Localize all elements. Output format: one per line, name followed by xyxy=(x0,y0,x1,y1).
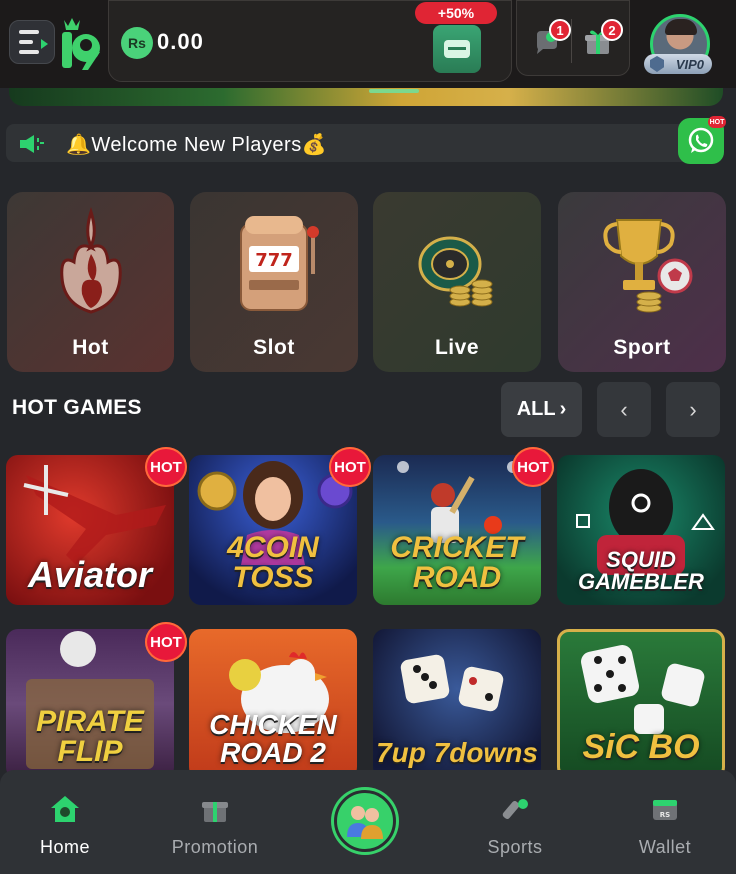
menu-arrow-icon xyxy=(41,39,48,49)
game-title: PIRATE FLIP xyxy=(36,705,144,768)
game-title: 4COIN TOSS xyxy=(227,531,319,594)
category-label: Hot xyxy=(72,336,109,359)
invite-friends-button[interactable] xyxy=(334,790,396,852)
hot-badge: HOT xyxy=(145,447,187,487)
bottom-navigation: Home Promotion Sports RS Wallet xyxy=(0,770,736,874)
hot-games-title: HOT GAMES xyxy=(12,396,142,419)
svg-text:RS: RS xyxy=(660,811,670,819)
top-header: Rs 0.00 +50% 1 2 VIP0 xyxy=(0,0,736,88)
game-title: Aviator xyxy=(27,554,153,595)
cricket-bat-icon xyxy=(502,799,528,820)
wallet-card-icon xyxy=(444,40,470,58)
game-title: 7up 7downs xyxy=(376,737,538,768)
deposit-bonus-badge: +50% xyxy=(415,2,497,24)
announcement-marquee[interactable]: 🔔Welcome New Players💰 xyxy=(6,124,722,162)
view-all-button[interactable]: ALL › xyxy=(501,382,582,437)
game-title: SQUID GAMEBLER xyxy=(578,547,704,594)
game-title: CRICKET ROAD xyxy=(390,531,524,594)
category-sport[interactable]: Sport xyxy=(558,192,726,372)
category-slot[interactable]: 777 Slot xyxy=(190,192,358,372)
prev-page-button[interactable]: ‹ xyxy=(597,382,651,437)
category-live[interactable]: Live xyxy=(373,192,541,372)
home-icon xyxy=(51,796,79,822)
speaker-icon xyxy=(20,135,44,153)
game-title: CHICKEN ROAD 2 xyxy=(209,709,337,768)
nav-promotion[interactable]: Promotion xyxy=(155,794,275,858)
game-tile-sic-bo[interactable]: SiC BO xyxy=(557,629,725,779)
hot-badge: HOT xyxy=(329,447,371,487)
flame-icon xyxy=(59,207,122,314)
hot-badge: HOT xyxy=(145,622,187,662)
notification-panel: 1 2 xyxy=(516,0,630,76)
category-label: Slot xyxy=(253,336,295,359)
wallet-icon: RS xyxy=(653,800,677,820)
brand-logo[interactable] xyxy=(58,14,104,72)
category-label: Live xyxy=(434,336,480,359)
panel-divider xyxy=(571,19,572,63)
nav-label: Sports xyxy=(487,837,543,857)
nav-sports[interactable]: Sports xyxy=(455,794,575,858)
svg-text:777: 777 xyxy=(255,250,293,271)
balance-panel: Rs 0.00 +50% xyxy=(108,0,512,82)
view-all-label: ALL xyxy=(516,398,556,420)
vip-level-badge[interactable]: VIP0 xyxy=(644,54,712,74)
people-icon xyxy=(347,806,383,839)
gift-button[interactable]: 2 xyxy=(583,19,623,57)
whatsapp-icon xyxy=(688,127,714,153)
nav-label: Wallet xyxy=(638,837,692,857)
promo-banner[interactable] xyxy=(9,88,723,106)
notification-button[interactable]: 1 xyxy=(531,19,571,57)
game-tile-7up-7downs[interactable]: 7up 7downs xyxy=(373,629,541,779)
chevron-right-icon: › xyxy=(559,398,567,420)
whatsapp-hot-badge: HOT xyxy=(708,116,726,128)
chevron-left-icon: ‹ xyxy=(620,396,628,422)
nav-label: Promotion xyxy=(171,837,259,857)
next-page-button[interactable]: › xyxy=(666,382,720,437)
whatsapp-button[interactable]: HOT xyxy=(678,116,726,164)
deposit-button[interactable] xyxy=(433,25,481,73)
gift-count-badge: 2 xyxy=(601,19,623,41)
nav-home[interactable]: Home xyxy=(5,794,125,858)
trophy-icon xyxy=(603,219,693,313)
nav-wallet[interactable]: RS Wallet xyxy=(605,794,725,858)
chevron-right-icon: › xyxy=(689,396,697,422)
announcement-text: 🔔Welcome New Players💰 xyxy=(66,134,328,156)
game-title: SiC BO xyxy=(582,728,700,766)
hot-badge: HOT xyxy=(512,447,554,487)
balance-amount: 0.00 xyxy=(157,29,204,54)
banner-pagination-indicator xyxy=(369,89,419,93)
category-hot[interactable]: Hot xyxy=(7,192,174,372)
rupee-coin-icon: Rs xyxy=(121,27,153,59)
gift-icon xyxy=(202,802,228,822)
roulette-icon xyxy=(418,236,493,307)
slot-machine-icon: 777 xyxy=(240,216,319,311)
notification-count-badge: 1 xyxy=(549,19,571,41)
game-tile-chicken-road[interactable]: CHICKEN ROAD 2 xyxy=(189,629,357,779)
game-tile-squid-gambler[interactable]: SQUID GAMEBLER xyxy=(557,455,725,605)
menu-button[interactable] xyxy=(9,20,55,64)
category-label: Sport xyxy=(613,336,671,359)
nav-label: Home xyxy=(39,837,90,857)
